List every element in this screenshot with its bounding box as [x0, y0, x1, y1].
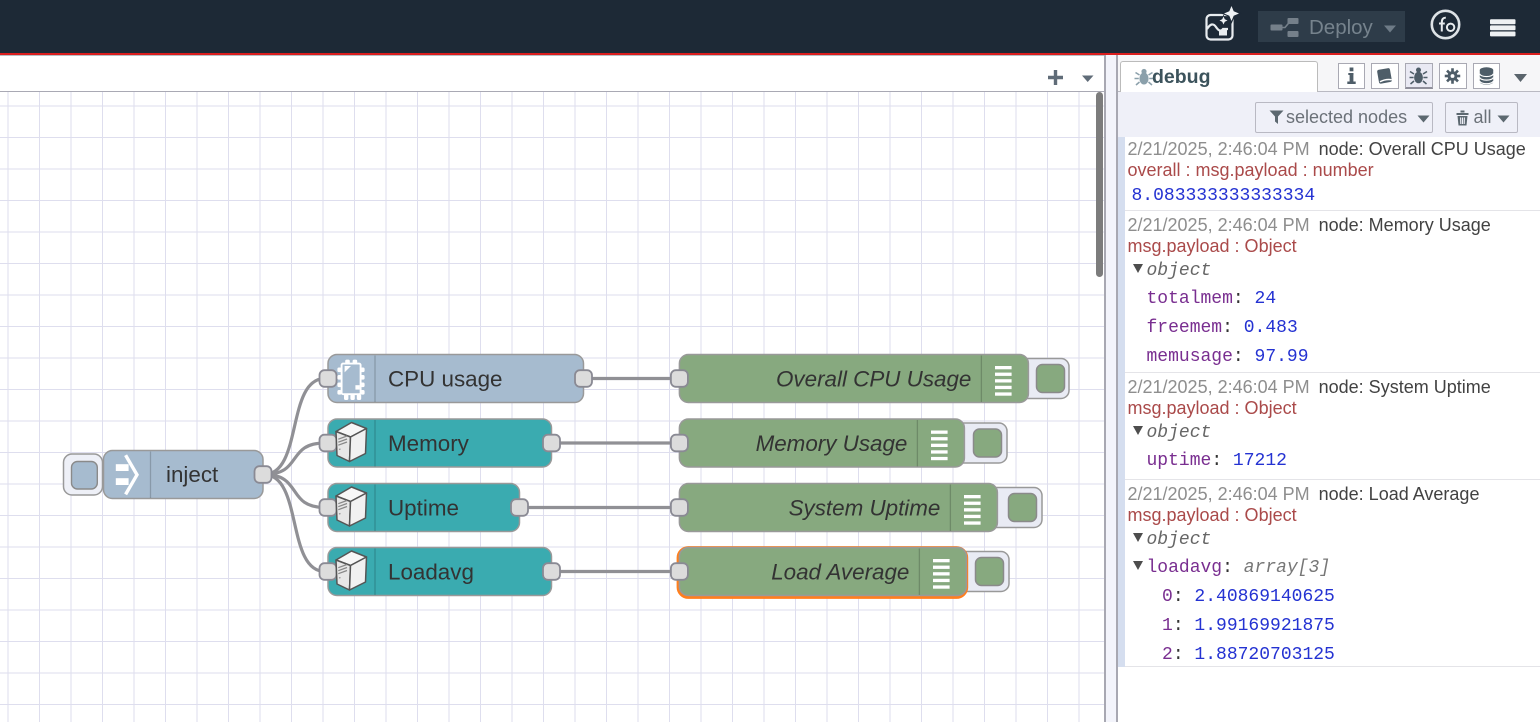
svg-text:Deploy: Deploy — [1309, 16, 1374, 39]
svg-text:inject: inject — [166, 462, 219, 487]
svg-text:Uptime: Uptime — [388, 496, 459, 521]
svg-text:System Uptime: System Uptime — [789, 496, 941, 521]
svg-text:Memory Usage: Memory Usage — [756, 431, 908, 456]
svg-text:Loadavg: Loadavg — [388, 560, 474, 585]
svg-text:Memory: Memory — [388, 431, 470, 456]
svg-text:Load Average: Load Average — [771, 560, 909, 585]
svg-text:CPU usage: CPU usage — [388, 367, 503, 392]
svg-text:Overall CPU Usage: Overall CPU Usage — [776, 367, 971, 392]
